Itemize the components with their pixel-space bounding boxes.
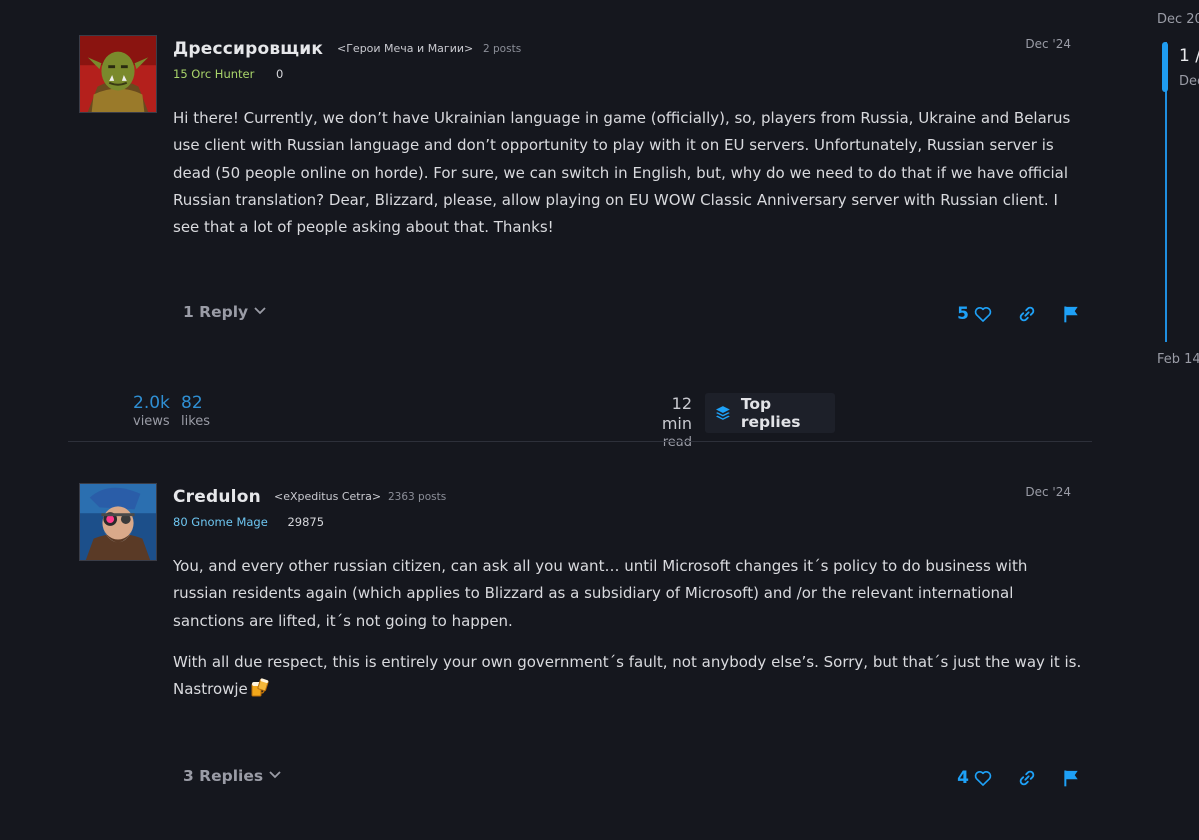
- post-count: 2363 posts: [388, 491, 447, 503]
- top-replies-button[interactable]: Top replies: [705, 393, 835, 433]
- read-time: 12 min read: [640, 394, 692, 451]
- character-info: 80 Gnome Mage 29875: [173, 515, 324, 529]
- post-2: Credulon <eXpeditus Cetra> 2363 posts De…: [79, 483, 1091, 803]
- layers-icon: [715, 406, 730, 420]
- post-actions: 5: [957, 299, 1081, 329]
- character-info: 15 Orc Hunter 0: [173, 67, 283, 81]
- link-icon[interactable]: [1017, 768, 1037, 788]
- heart-icon[interactable]: [973, 768, 993, 788]
- read-time-value: 12 min: [661, 394, 692, 433]
- character-class: 80 Gnome Mage: [173, 515, 268, 529]
- beers-emoji: [251, 678, 269, 697]
- post-actions: 4: [957, 763, 1081, 793]
- views-count: 2.0k: [133, 393, 170, 413]
- show-replies-button[interactable]: 1 Reply: [183, 303, 266, 321]
- timeline-end-date[interactable]: Feb 14: [1157, 352, 1199, 367]
- post-count: 2 posts: [483, 43, 522, 55]
- top-replies-label: Top replies: [740, 395, 801, 431]
- post-controls: 3 Replies 4: [173, 763, 1081, 793]
- post-body: Hi there! Currently, we don’t have Ukrai…: [173, 105, 1083, 241]
- read-time-label: read: [662, 435, 692, 450]
- timeline-start-date[interactable]: Dec 20: [1157, 12, 1199, 27]
- show-replies-button[interactable]: 3 Replies: [183, 767, 281, 785]
- username[interactable]: Credulon: [173, 487, 261, 507]
- post-body: You, and every other russian citizen, ca…: [173, 553, 1083, 703]
- post-date[interactable]: Dec '24: [1025, 485, 1071, 499]
- flag-icon[interactable]: [1061, 304, 1081, 324]
- like-count[interactable]: 4: [957, 768, 969, 788]
- post-1: Дрессировщик <Герои Меча и Магии> 2 post…: [79, 35, 1091, 335]
- views-stat: 2.0k views: [133, 393, 170, 430]
- achievement-points: 0: [276, 67, 284, 81]
- replies-label: 3 Replies: [183, 767, 264, 785]
- post-header: Дрессировщик <Герои Меча и Магии> 2 post…: [173, 35, 1071, 81]
- gnome-avatar-image: [80, 484, 156, 560]
- post-paragraph: Hi there! Currently, we don’t have Ukrai…: [173, 109, 1071, 237]
- guild-name: <eXpeditus Cetra>: [274, 490, 382, 503]
- chevron-down-icon: [269, 771, 281, 779]
- views-label: views: [133, 414, 170, 429]
- orc-avatar-image: [80, 36, 156, 112]
- heart-icon[interactable]: [973, 304, 993, 324]
- timeline-position-date: Dec: [1179, 74, 1199, 89]
- topic-page: Дрессировщик <Герои Меча и Магии> 2 post…: [0, 0, 1199, 840]
- achievement-points: 29875: [287, 515, 325, 529]
- post-paragraph: You, and every other russian citizen, ca…: [173, 557, 1028, 630]
- username[interactable]: Дрессировщик: [173, 39, 323, 59]
- post-paragraph: With all due respect, this is entirely y…: [173, 649, 1083, 704]
- likes-count: 82: [181, 393, 203, 413]
- link-icon[interactable]: [1017, 304, 1037, 324]
- post-paragraph-text: Nastrowje: [173, 680, 248, 699]
- divider: [68, 441, 1092, 442]
- flag-icon[interactable]: [1061, 768, 1081, 788]
- character-class: 15 Orc Hunter: [173, 67, 255, 81]
- chevron-down-icon: [254, 307, 266, 315]
- replies-label: 1 Reply: [183, 303, 249, 321]
- avatar[interactable]: [79, 35, 157, 113]
- post-date[interactable]: Dec '24: [1025, 37, 1071, 51]
- post-header: Credulon <eXpeditus Cetra> 2363 posts De…: [173, 483, 1071, 529]
- avatar[interactable]: [79, 483, 157, 561]
- timeline-handle[interactable]: [1162, 42, 1168, 92]
- like-count[interactable]: 5: [957, 304, 969, 324]
- post-controls: 1 Reply 5: [173, 299, 1081, 329]
- guild-name: <Герои Меча и Магии>: [337, 42, 474, 55]
- likes-label: likes: [181, 414, 211, 429]
- timeline-position: 1 /: [1179, 46, 1199, 66]
- post-paragraph-text: With all due respect, this is entirely y…: [173, 652, 1082, 671]
- likes-stat[interactable]: 82 likes: [181, 393, 210, 430]
